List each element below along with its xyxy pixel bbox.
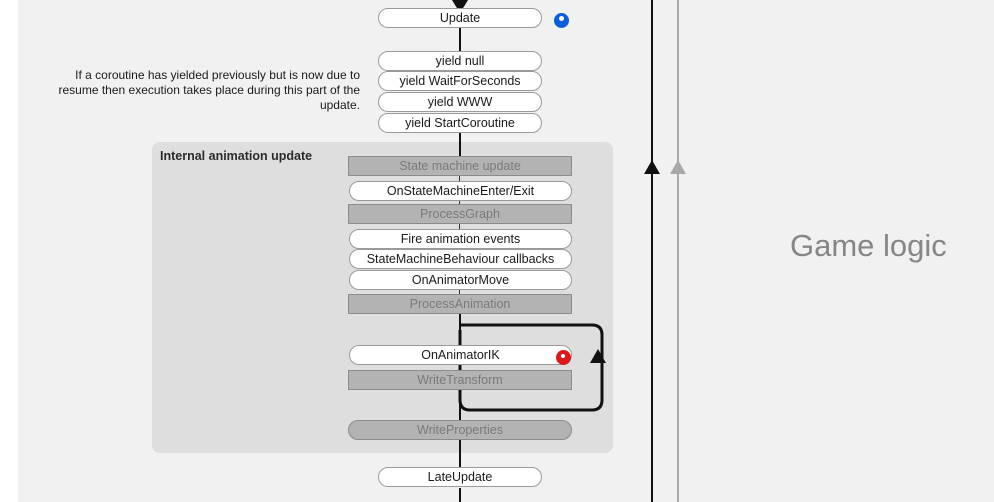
comment-bubble-hole xyxy=(559,16,564,21)
node-state-machine-update[interactable]: State machine update xyxy=(348,156,572,176)
loop-marker-hole xyxy=(561,354,565,358)
node-statemachinebehaviour-callbacks[interactable]: StateMachineBehaviour callbacks xyxy=(349,249,572,269)
node-writetransform[interactable]: WriteTransform xyxy=(348,370,572,390)
node-yield-www[interactable]: yield WWW xyxy=(378,92,542,112)
node-onanimatorik[interactable]: OnAnimatorIK xyxy=(349,345,572,365)
node-fire-animation-events[interactable]: Fire animation events xyxy=(349,229,572,249)
node-lateupdate[interactable]: LateUpdate xyxy=(378,467,542,487)
node-processanimation[interactable]: ProcessAnimation xyxy=(348,294,572,314)
loop-marker-icon[interactable] xyxy=(556,350,571,365)
node-yield-startcoroutine[interactable]: yield StartCoroutine xyxy=(378,113,542,133)
comment-bubble-icon[interactable] xyxy=(554,13,569,28)
node-yield-waitforseconds[interactable]: yield WaitForSeconds xyxy=(378,71,542,91)
node-update[interactable]: Update xyxy=(378,8,542,28)
node-onanimatormove[interactable]: OnAnimatorMove xyxy=(349,270,572,290)
node-writeproperties[interactable]: WriteProperties xyxy=(348,420,572,440)
coroutine-note: If a coroutine has yielded previously bu… xyxy=(58,68,360,112)
node-processgraph[interactable]: ProcessGraph xyxy=(348,204,572,224)
diagram-canvas: Internal animation update If a coroutine… xyxy=(0,0,994,502)
node-yield-null[interactable]: yield null xyxy=(378,51,542,71)
internal-animation-update-title: Internal animation update xyxy=(160,149,313,163)
game-logic-label: Game logic xyxy=(790,228,947,263)
node-onstatemachineenter-exit[interactable]: OnStateMachineEnter/Exit xyxy=(349,181,572,201)
